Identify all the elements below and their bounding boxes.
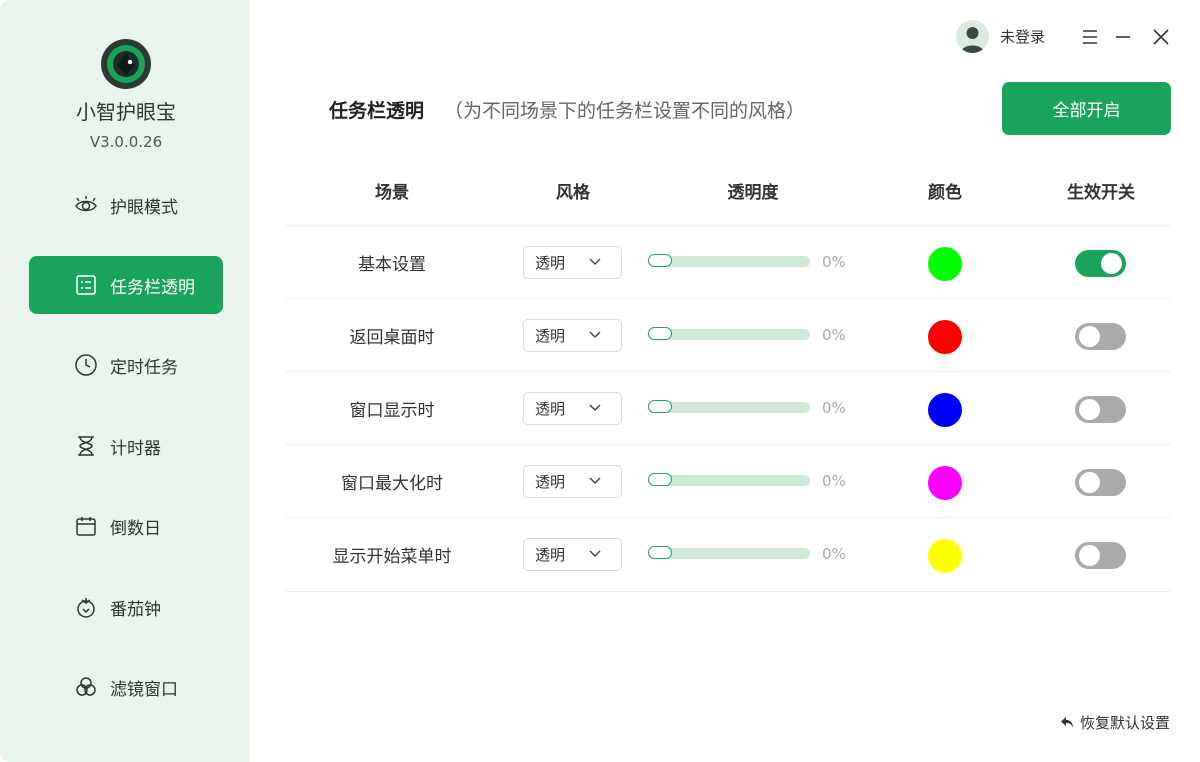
chevron-down-icon (589, 477, 601, 484)
slider-thumb[interactable] (648, 473, 672, 486)
style-select-value: 透明 (535, 400, 566, 418)
opacity-slider[interactable] (648, 473, 810, 486)
column-header-color: 颜色 (928, 183, 962, 203)
sidebar-item-label: 番茄钟 (110, 599, 161, 620)
toggle-knob (1079, 399, 1100, 420)
sidebar-item-timer[interactable]: 计时器 (29, 417, 223, 475)
opacity-slider[interactable] (648, 254, 810, 267)
style-select-value: 透明 (535, 327, 566, 345)
style-select[interactable]: 透明 (523, 319, 622, 352)
enable-toggle[interactable] (1075, 469, 1126, 496)
app-logo-icon (101, 39, 151, 89)
sidebar-item-taskbar-transparent[interactable]: 任务栏透明 (29, 256, 223, 314)
restore-defaults-label: 恢复默认设置 (1080, 714, 1171, 732)
scene-label: 显示开始菜单时 (332, 547, 452, 567)
table-row: 窗口显示时 透明 0% (286, 371, 1170, 445)
opacity-value: 0% (822, 399, 846, 417)
column-header-style: 风格 (556, 183, 590, 203)
slider-thumb[interactable] (648, 400, 672, 413)
opacity-slider[interactable] (648, 400, 810, 413)
table-row: 基本设置 透明 0% (286, 225, 1170, 299)
opacity-value: 0% (822, 545, 846, 563)
sidebar-item-pomodoro[interactable]: 番茄钟 (29, 578, 223, 636)
table-row: 窗口最大化时 透明 0% (286, 444, 1170, 518)
toggle-knob (1101, 253, 1122, 274)
close-icon[interactable] (1150, 26, 1172, 48)
calendar-icon (76, 517, 96, 536)
scene-label: 返回桌面时 (349, 328, 435, 348)
color-swatch[interactable] (928, 466, 962, 500)
style-select[interactable]: 透明 (523, 465, 622, 498)
scene-label: 窗口最大化时 (341, 474, 443, 494)
style-select[interactable]: 透明 (523, 392, 622, 425)
user-icon (961, 27, 984, 53)
sidebar-item-filter-window[interactable]: 滤镜窗口 (29, 658, 223, 716)
enable-toggle[interactable] (1075, 396, 1126, 423)
opacity-value: 0% (822, 472, 846, 490)
opacity-value: 0% (822, 253, 846, 271)
user-status-label: 未登录 (1000, 28, 1046, 46)
color-swatch[interactable] (928, 539, 962, 573)
filter-circles-icon (76, 677, 96, 696)
slider-thumb[interactable] (648, 546, 672, 559)
undo-icon (1061, 716, 1073, 728)
sidebar-item-label: 计时器 (110, 438, 161, 459)
enable-all-button[interactable]: 全部开启 (1002, 82, 1171, 135)
app-window: 小智护眼宝 V3.0.0.26 护眼模式 任务栏透明 定时任务 计时器 倒数日 … (0, 0, 1200, 762)
sidebar: 小智护眼宝 V3.0.0.26 护眼模式 任务栏透明 定时任务 计时器 倒数日 … (0, 0, 249, 762)
opacity-slider[interactable] (648, 327, 810, 340)
user-login[interactable]: 未登录 (956, 20, 1045, 53)
column-header-scene: 场景 (375, 183, 409, 203)
table-row: 返回桌面时 透明 0% (286, 298, 1170, 372)
enable-toggle[interactable] (1075, 542, 1126, 569)
avatar (956, 20, 989, 53)
sidebar-item-label: 护眼模式 (110, 197, 178, 218)
sidebar-item-label: 定时任务 (110, 357, 178, 378)
table-row: 显示开始菜单时 透明 0% (286, 517, 1170, 592)
page-subtitle: （为不同场景下的任务栏设置不同的风格） (444, 100, 806, 122)
sidebar-item-eye-mode[interactable]: 护眼模式 (29, 176, 223, 234)
list-card-icon (76, 275, 96, 295)
chevron-down-icon (589, 258, 601, 265)
color-swatch[interactable] (928, 247, 962, 281)
column-header-opacity: 透明度 (727, 183, 779, 203)
opacity-slider[interactable] (648, 546, 810, 559)
style-select-value: 透明 (535, 473, 566, 491)
slider-thumb[interactable] (648, 327, 672, 340)
opacity-value: 0% (822, 326, 846, 344)
enable-toggle[interactable] (1075, 323, 1126, 350)
enable-toggle[interactable] (1075, 250, 1126, 277)
sidebar-item-countdown-day[interactable]: 倒数日 (29, 497, 223, 555)
eye-icon (75, 196, 97, 212)
restore-defaults-button[interactable]: 恢复默认设置 (1060, 712, 1170, 733)
style-select[interactable]: 透明 (523, 246, 622, 279)
color-swatch[interactable] (928, 320, 962, 354)
toggle-knob (1079, 545, 1100, 566)
column-header-enable: 生效开关 (1067, 183, 1135, 203)
hourglass-icon (78, 436, 94, 456)
chevron-down-icon (589, 550, 601, 557)
style-select-value: 透明 (535, 546, 566, 564)
minimize-icon[interactable] (1112, 26, 1134, 48)
app-version: V3.0.0.26 (89, 133, 163, 151)
menu-icon[interactable] (1079, 26, 1101, 48)
chevron-down-icon (589, 331, 601, 338)
style-select-value: 透明 (535, 254, 566, 272)
sidebar-item-label: 倒数日 (110, 518, 161, 539)
scene-label: 窗口显示时 (349, 401, 435, 421)
sidebar-item-label: 任务栏透明 (110, 277, 195, 298)
app-name: 小智护眼宝 (76, 100, 176, 124)
slider-thumb[interactable] (648, 254, 672, 267)
toggle-knob (1079, 472, 1100, 493)
toggle-knob (1079, 326, 1100, 347)
clock-icon (75, 354, 97, 376)
sidebar-item-label: 滤镜窗口 (110, 679, 178, 700)
sidebar-item-scheduled-task[interactable]: 定时任务 (29, 336, 223, 394)
page-title: 任务栏透明 (329, 100, 425, 122)
style-select[interactable]: 透明 (523, 538, 622, 571)
scene-label: 基本设置 (358, 255, 426, 275)
tomato-icon (77, 598, 95, 618)
chevron-down-icon (589, 404, 601, 411)
color-swatch[interactable] (928, 393, 962, 427)
